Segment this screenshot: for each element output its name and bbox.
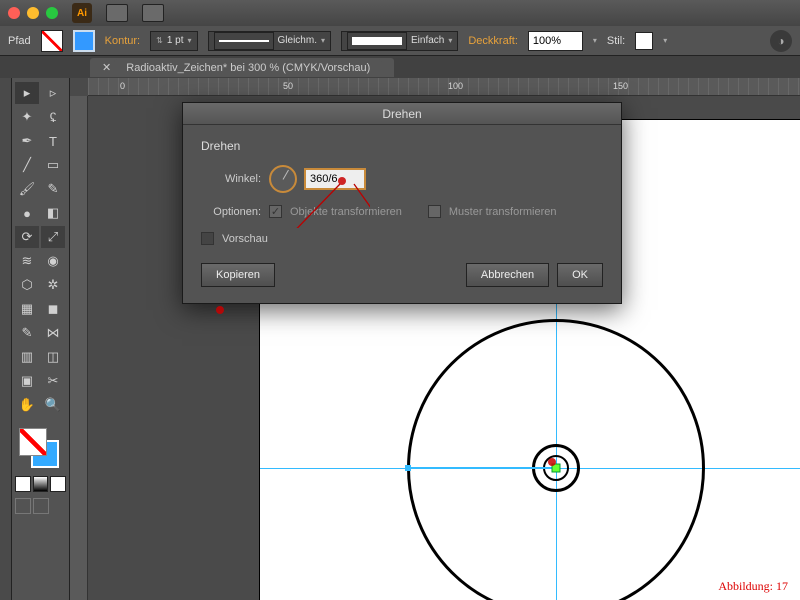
transform-patterns-label: Muster transformieren	[449, 206, 557, 218]
blob-brush-tool[interactable]: ●	[15, 202, 39, 224]
perspective-tool[interactable]: ◫	[41, 346, 65, 368]
panel-collapse-strip[interactable]	[0, 78, 12, 600]
transform-objects-checkbox[interactable]	[269, 205, 282, 218]
ruler-horizontal[interactable]: 0 50 100 150	[88, 78, 800, 96]
pencil-tool[interactable]: ✎	[41, 178, 65, 200]
stroke-weight-value: 1 pt	[167, 35, 184, 46]
arrange-docs-icon[interactable]	[142, 4, 164, 22]
angle-label: Winkel:	[201, 173, 261, 185]
ruler-vertical[interactable]	[70, 96, 88, 600]
column-graph-tool[interactable]: ▥	[15, 346, 39, 368]
slice-tool[interactable]: ✂	[41, 370, 65, 392]
type-tool[interactable]: T	[41, 130, 65, 152]
stroke-profile-value: Gleichm.	[278, 35, 317, 46]
brush-def-select[interactable]: Einfach▾	[341, 31, 458, 51]
angle-dial[interactable]	[269, 165, 297, 193]
screen-mode-normal[interactable]	[15, 498, 31, 514]
transform-objects-label: Objekte transformieren	[290, 206, 402, 218]
options-label: Optionen:	[201, 206, 261, 218]
toolbox: ▸▹ ✦ʢ ✒T ╱▭ 🖌✎ ●◧ ⟳⤢ ≋◉ ⬡✲ ▦◼ ✎⋈ ▥◫ ▣✂ ✋…	[12, 78, 70, 600]
fill-stroke-indicator[interactable]	[15, 424, 66, 472]
eraser-tool[interactable]: ◧	[41, 202, 65, 224]
selection-type-label: Pfad	[8, 35, 31, 47]
traffic-lights	[8, 7, 58, 19]
document-tab-bar: ✕ Radioaktiv_Zeichen* bei 300 % (CMYK/Vo…	[0, 56, 800, 78]
stroke-swatch[interactable]	[73, 30, 95, 52]
blend-tool[interactable]: ⋈	[41, 322, 65, 344]
document-tab[interactable]: ✕ Radioaktiv_Zeichen* bei 300 % (CMYK/Vo…	[90, 58, 394, 77]
opacity-label[interactable]: Deckkraft:	[468, 35, 518, 47]
ok-button[interactable]: OK	[557, 263, 603, 287]
mesh-tool[interactable]: ▦	[15, 298, 39, 320]
stroke-profile-select[interactable]: Gleichm.▾	[208, 31, 331, 51]
dialog-section-label: Drehen	[201, 139, 603, 153]
pen-tool[interactable]: ✒	[15, 130, 39, 152]
preview-checkbox[interactable]	[201, 232, 214, 245]
magic-wand-tool[interactable]: ✦	[15, 106, 39, 128]
selected-path[interactable]	[408, 467, 556, 469]
shape-builder-tool[interactable]: ⬡	[15, 274, 39, 296]
gradient-tool[interactable]: ◼	[41, 298, 65, 320]
rotate-dialog: Drehen Drehen Winkel: Optionen: Objekte …	[182, 102, 622, 304]
callout-dot-icon	[338, 177, 346, 185]
rectangle-tool[interactable]: ▭	[41, 154, 65, 176]
zoom-tool[interactable]: 🔍	[41, 394, 65, 416]
graphic-style-swatch[interactable]	[635, 32, 653, 50]
control-bar: Pfad Kontur: ⇅1 pt▾ Gleichm.▾ Einfach▾ D…	[0, 26, 800, 56]
brush-def-value: Einfach	[411, 35, 444, 46]
transform-patterns-checkbox[interactable]	[428, 205, 441, 218]
stroke-label[interactable]: Kontur:	[105, 35, 140, 47]
selection-tool[interactable]: ▸	[15, 82, 39, 104]
preview-label: Vorschau	[222, 233, 268, 245]
color-mode-swatch[interactable]	[15, 476, 31, 492]
lasso-tool[interactable]: ʢ	[41, 106, 65, 128]
app-logo-icon: Ai	[72, 3, 92, 23]
width-tool[interactable]: ≋	[15, 250, 39, 272]
cancel-button[interactable]: Abbrechen	[466, 263, 549, 287]
angle-input[interactable]	[305, 169, 365, 189]
stroke-weight-select[interactable]: ⇅1 pt▾	[150, 31, 197, 51]
fill-swatch[interactable]	[41, 30, 63, 52]
minimize-window-icon[interactable]	[27, 7, 39, 19]
opacity-input[interactable]	[528, 31, 583, 51]
style-label: Stil:	[607, 35, 625, 47]
direct-selection-tool[interactable]: ▹	[41, 82, 65, 104]
line-tool[interactable]: ╱	[15, 154, 39, 176]
artboard-tool[interactable]: ▣	[15, 370, 39, 392]
eyedropper-tool[interactable]: ✎	[15, 322, 39, 344]
close-window-icon[interactable]	[8, 7, 20, 19]
gradient-mode-swatch[interactable]	[33, 476, 49, 492]
bridge-icon[interactable]	[106, 4, 128, 22]
dialog-title[interactable]: Drehen	[183, 103, 621, 125]
hand-tool[interactable]: ✋	[15, 394, 39, 416]
anchor-point[interactable]	[405, 465, 411, 471]
zoom-window-icon[interactable]	[46, 7, 58, 19]
free-transform-tool[interactable]: ◉	[41, 250, 65, 272]
figure-caption: Abbildung: 17	[718, 579, 788, 594]
callout-dot-icon	[548, 458, 556, 466]
brush-tool[interactable]: 🖌	[15, 178, 39, 200]
screen-mode-full[interactable]	[33, 498, 49, 514]
scale-tool[interactable]: ⤢	[41, 226, 65, 248]
copy-button[interactable]: Kopieren	[201, 263, 275, 287]
callout-dot-icon	[216, 306, 224, 314]
symbol-sprayer-tool[interactable]: ✲	[41, 274, 65, 296]
rotate-tool[interactable]: ⟳	[15, 226, 39, 248]
window-titlebar: Ai	[0, 0, 800, 26]
panel-menu-icon[interactable]: ◑	[770, 30, 792, 52]
fill-indicator[interactable]	[19, 428, 47, 456]
none-mode-swatch[interactable]	[50, 476, 66, 492]
canvas-area[interactable]: 0 50 100 150 Drehen Drehen Winkel:	[70, 78, 800, 600]
